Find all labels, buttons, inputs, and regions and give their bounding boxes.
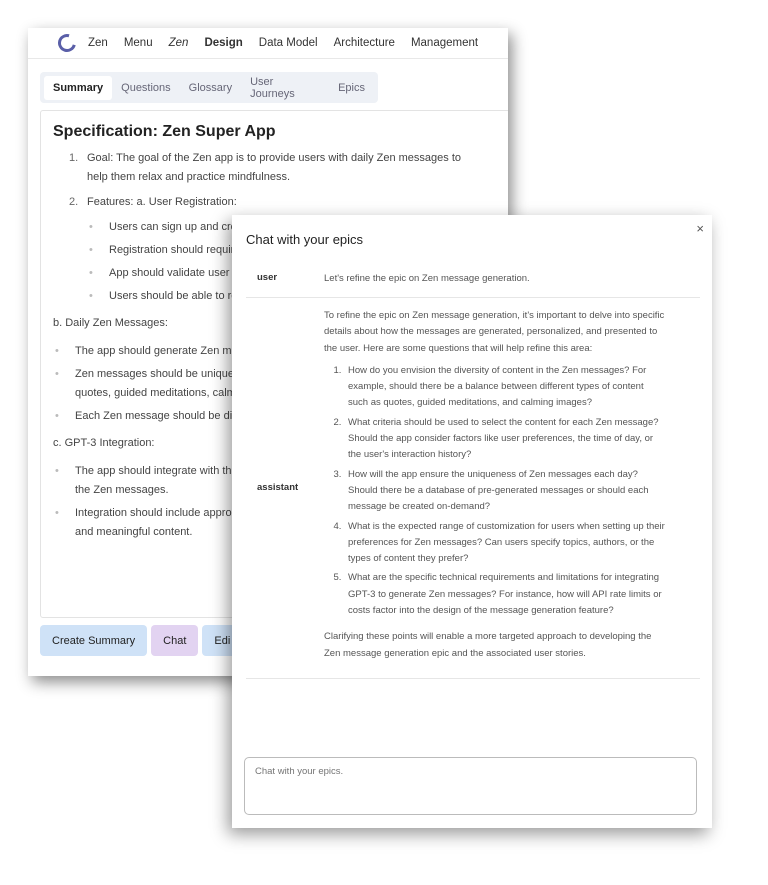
top-nav: Zen Menu Zen Design Data Model Architect… [28, 28, 508, 59]
tab-questions[interactable]: Questions [112, 76, 180, 100]
message-text: To refine the epic on Zen message genera… [324, 308, 666, 662]
question-item: What criteria should be used to select t… [344, 415, 666, 464]
question-item: How will the app ensure the uniqueness o… [344, 467, 666, 516]
message-role: assistant [257, 482, 299, 493]
nav-data-model[interactable]: Data Model [259, 37, 318, 49]
nav-architecture[interactable]: Architecture [334, 37, 395, 49]
question-item: What are the specific technical requirem… [344, 570, 666, 619]
tab-user-journeys[interactable]: User Journeys [241, 70, 329, 106]
tab-summary[interactable]: Summary [44, 75, 113, 100]
list-item: Each Zen message should be dis [55, 407, 238, 426]
page-title: Specification: Zen Super App [53, 123, 276, 140]
logo-icon [54, 30, 80, 56]
list-number: 1. [69, 152, 79, 164]
nav-management[interactable]: Management [411, 37, 478, 49]
message-outro: Clarifying these points will enable a mo… [324, 631, 652, 659]
question-item: What is the expected range of customizat… [344, 519, 666, 568]
list-text: Goal: The goal of the Zen app is to prov… [87, 152, 461, 183]
nav-menu[interactable]: Menu [124, 37, 153, 49]
chat-button[interactable]: Chat [151, 625, 199, 656]
modal-title: Chat with your epics [246, 232, 364, 247]
create-summary-button[interactable]: Create Summary [40, 625, 148, 656]
list-item: 1. Goal: The goal of the Zen app is to pr… [69, 149, 467, 187]
tab-glossary[interactable]: Glossary [180, 76, 241, 100]
message-role: user [257, 272, 278, 283]
chat-input[interactable] [244, 757, 697, 815]
nav-design[interactable]: Design [204, 37, 242, 49]
list-item: The app should generate Zen me [55, 342, 238, 361]
list-number: 2. [69, 196, 79, 208]
close-icon[interactable]: × [696, 221, 704, 236]
question-item: How do you envision the diversity of con… [344, 363, 666, 412]
tab-bar: Summary Questions Glossary User Journeys… [40, 72, 378, 103]
list-item: Integration should include appro and mea… [55, 504, 238, 542]
list-text: Features: a. User Registration: [87, 196, 237, 208]
list-item: The app should integrate with th the Zen… [55, 462, 238, 500]
nav-zen-italic[interactable]: Zen [169, 37, 189, 49]
chat-message-user: user Let's refine the epic on Zen messag… [246, 260, 700, 298]
message-intro: To refine the epic on Zen message genera… [324, 310, 665, 354]
list-item: Zen messages should be unique quotes, gu… [55, 365, 238, 403]
tab-epics[interactable]: Epics [329, 76, 374, 100]
message-text: Let's refine the epic on Zen message gen… [324, 273, 530, 284]
chat-modal: Chat with your epics × user Let's refine… [232, 215, 712, 828]
chat-message-assistant: assistant To refine the epic on Zen mess… [246, 298, 700, 679]
nav-zen[interactable]: Zen [88, 37, 108, 49]
